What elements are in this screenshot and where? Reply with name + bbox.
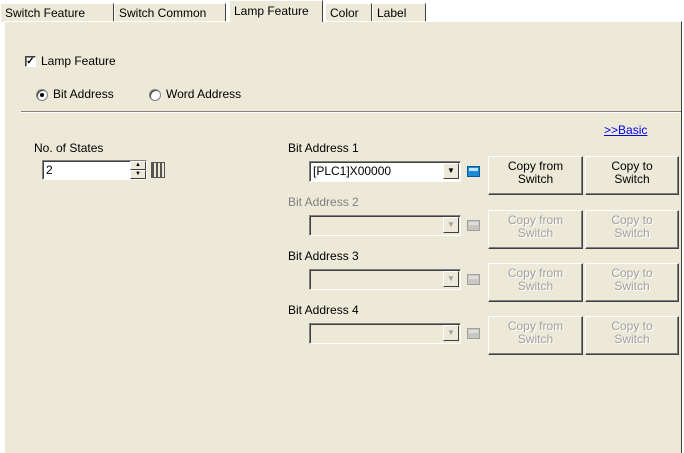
copy-from-label: Copy from Switch: [507, 213, 564, 240]
tab-switch-feature[interactable]: Switch Feature: [0, 3, 114, 22]
copy-to-switch-1-button[interactable]: Copy to Switch: [585, 156, 679, 195]
keypad-icon[interactable]: [151, 162, 165, 178]
copy-to-label: Copy to Switch: [611, 159, 653, 186]
states-label: No. of States: [34, 141, 104, 155]
copy-to-switch-3-button[interactable]: Copy to Switch: [585, 263, 679, 302]
bit-address-4-picker[interactable]: [464, 324, 482, 342]
tab-label[interactable]: Label: [372, 3, 426, 22]
bit-address-3-label: Bit Address 3: [288, 249, 359, 263]
bit-address-4-input[interactable]: [309, 323, 461, 344]
copy-from-switch-4-button[interactable]: Copy from Switch: [488, 316, 583, 355]
copy-to-label: Copy to Switch: [611, 266, 653, 293]
basic-link[interactable]: >>Basic: [604, 123, 647, 137]
copy-from-label: Copy from Switch: [507, 159, 564, 186]
separator: [21, 111, 681, 113]
lamp-feature-panel: ✓ Lamp Feature Bit Address Word Address …: [4, 21, 682, 453]
bit-address-3-picker[interactable]: [464, 270, 482, 288]
spin-up-button[interactable]: ▲: [130, 161, 146, 170]
lamp-feature-checkbox[interactable]: ✓: [25, 56, 36, 67]
bit-address-2-label: Bit Address 2: [288, 195, 359, 209]
bit-address-3-input[interactable]: [309, 269, 461, 290]
address-picker-icon: [467, 274, 480, 285]
bit-address-2-dropdown[interactable]: ▼: [443, 217, 459, 233]
tab-color[interactable]: Color: [325, 3, 372, 22]
lamp-feature-label: Lamp Feature: [41, 54, 116, 68]
bit-address-1-picker[interactable]: [464, 162, 482, 180]
address-picker-icon: [467, 166, 480, 177]
copy-from-label: Copy from Switch: [507, 266, 564, 293]
bit-address-4-label: Bit Address 4: [288, 303, 359, 317]
spinner-icon[interactable]: ▲ ▼: [130, 161, 146, 179]
copy-from-switch-2-button[interactable]: Copy from Switch: [488, 210, 583, 249]
copy-from-label: Copy from Switch: [507, 319, 564, 346]
address-picker-icon: [467, 220, 480, 231]
copy-to-switch-2-button[interactable]: Copy to Switch: [585, 210, 679, 249]
copy-to-switch-4-button[interactable]: Copy to Switch: [585, 316, 679, 355]
tab-switch-common[interactable]: Switch Common: [114, 3, 226, 22]
copy-from-switch-3-button[interactable]: Copy from Switch: [488, 263, 583, 302]
tab-strip: Switch Feature Switch Common Lamp Featur…: [0, 0, 684, 22]
bit-address-1-label: Bit Address 1: [288, 141, 359, 155]
address-picker-icon: [467, 328, 480, 339]
copy-to-label: Copy to Switch: [611, 213, 653, 240]
bit-address-radio-label: Bit Address: [53, 87, 114, 101]
word-address-radio[interactable]: [149, 89, 161, 101]
bit-address-3-dropdown[interactable]: ▼: [443, 271, 459, 287]
bit-address-radio[interactable]: [36, 89, 48, 101]
word-address-radio-label: Word Address: [166, 87, 242, 101]
bit-address-2-picker[interactable]: [464, 216, 482, 234]
copy-from-switch-1-button[interactable]: Copy from Switch: [488, 156, 583, 195]
spin-down-button[interactable]: ▼: [130, 170, 146, 179]
tab-lamp-feature[interactable]: Lamp Feature: [229, 0, 323, 22]
bit-address-1-input[interactable]: [PLC1]X00000: [309, 161, 461, 182]
copy-to-label: Copy to Switch: [611, 319, 653, 346]
bit-address-2-input[interactable]: [309, 215, 461, 236]
bit-address-4-dropdown[interactable]: ▼: [443, 325, 459, 341]
bit-address-1-dropdown[interactable]: ▼: [443, 163, 459, 179]
